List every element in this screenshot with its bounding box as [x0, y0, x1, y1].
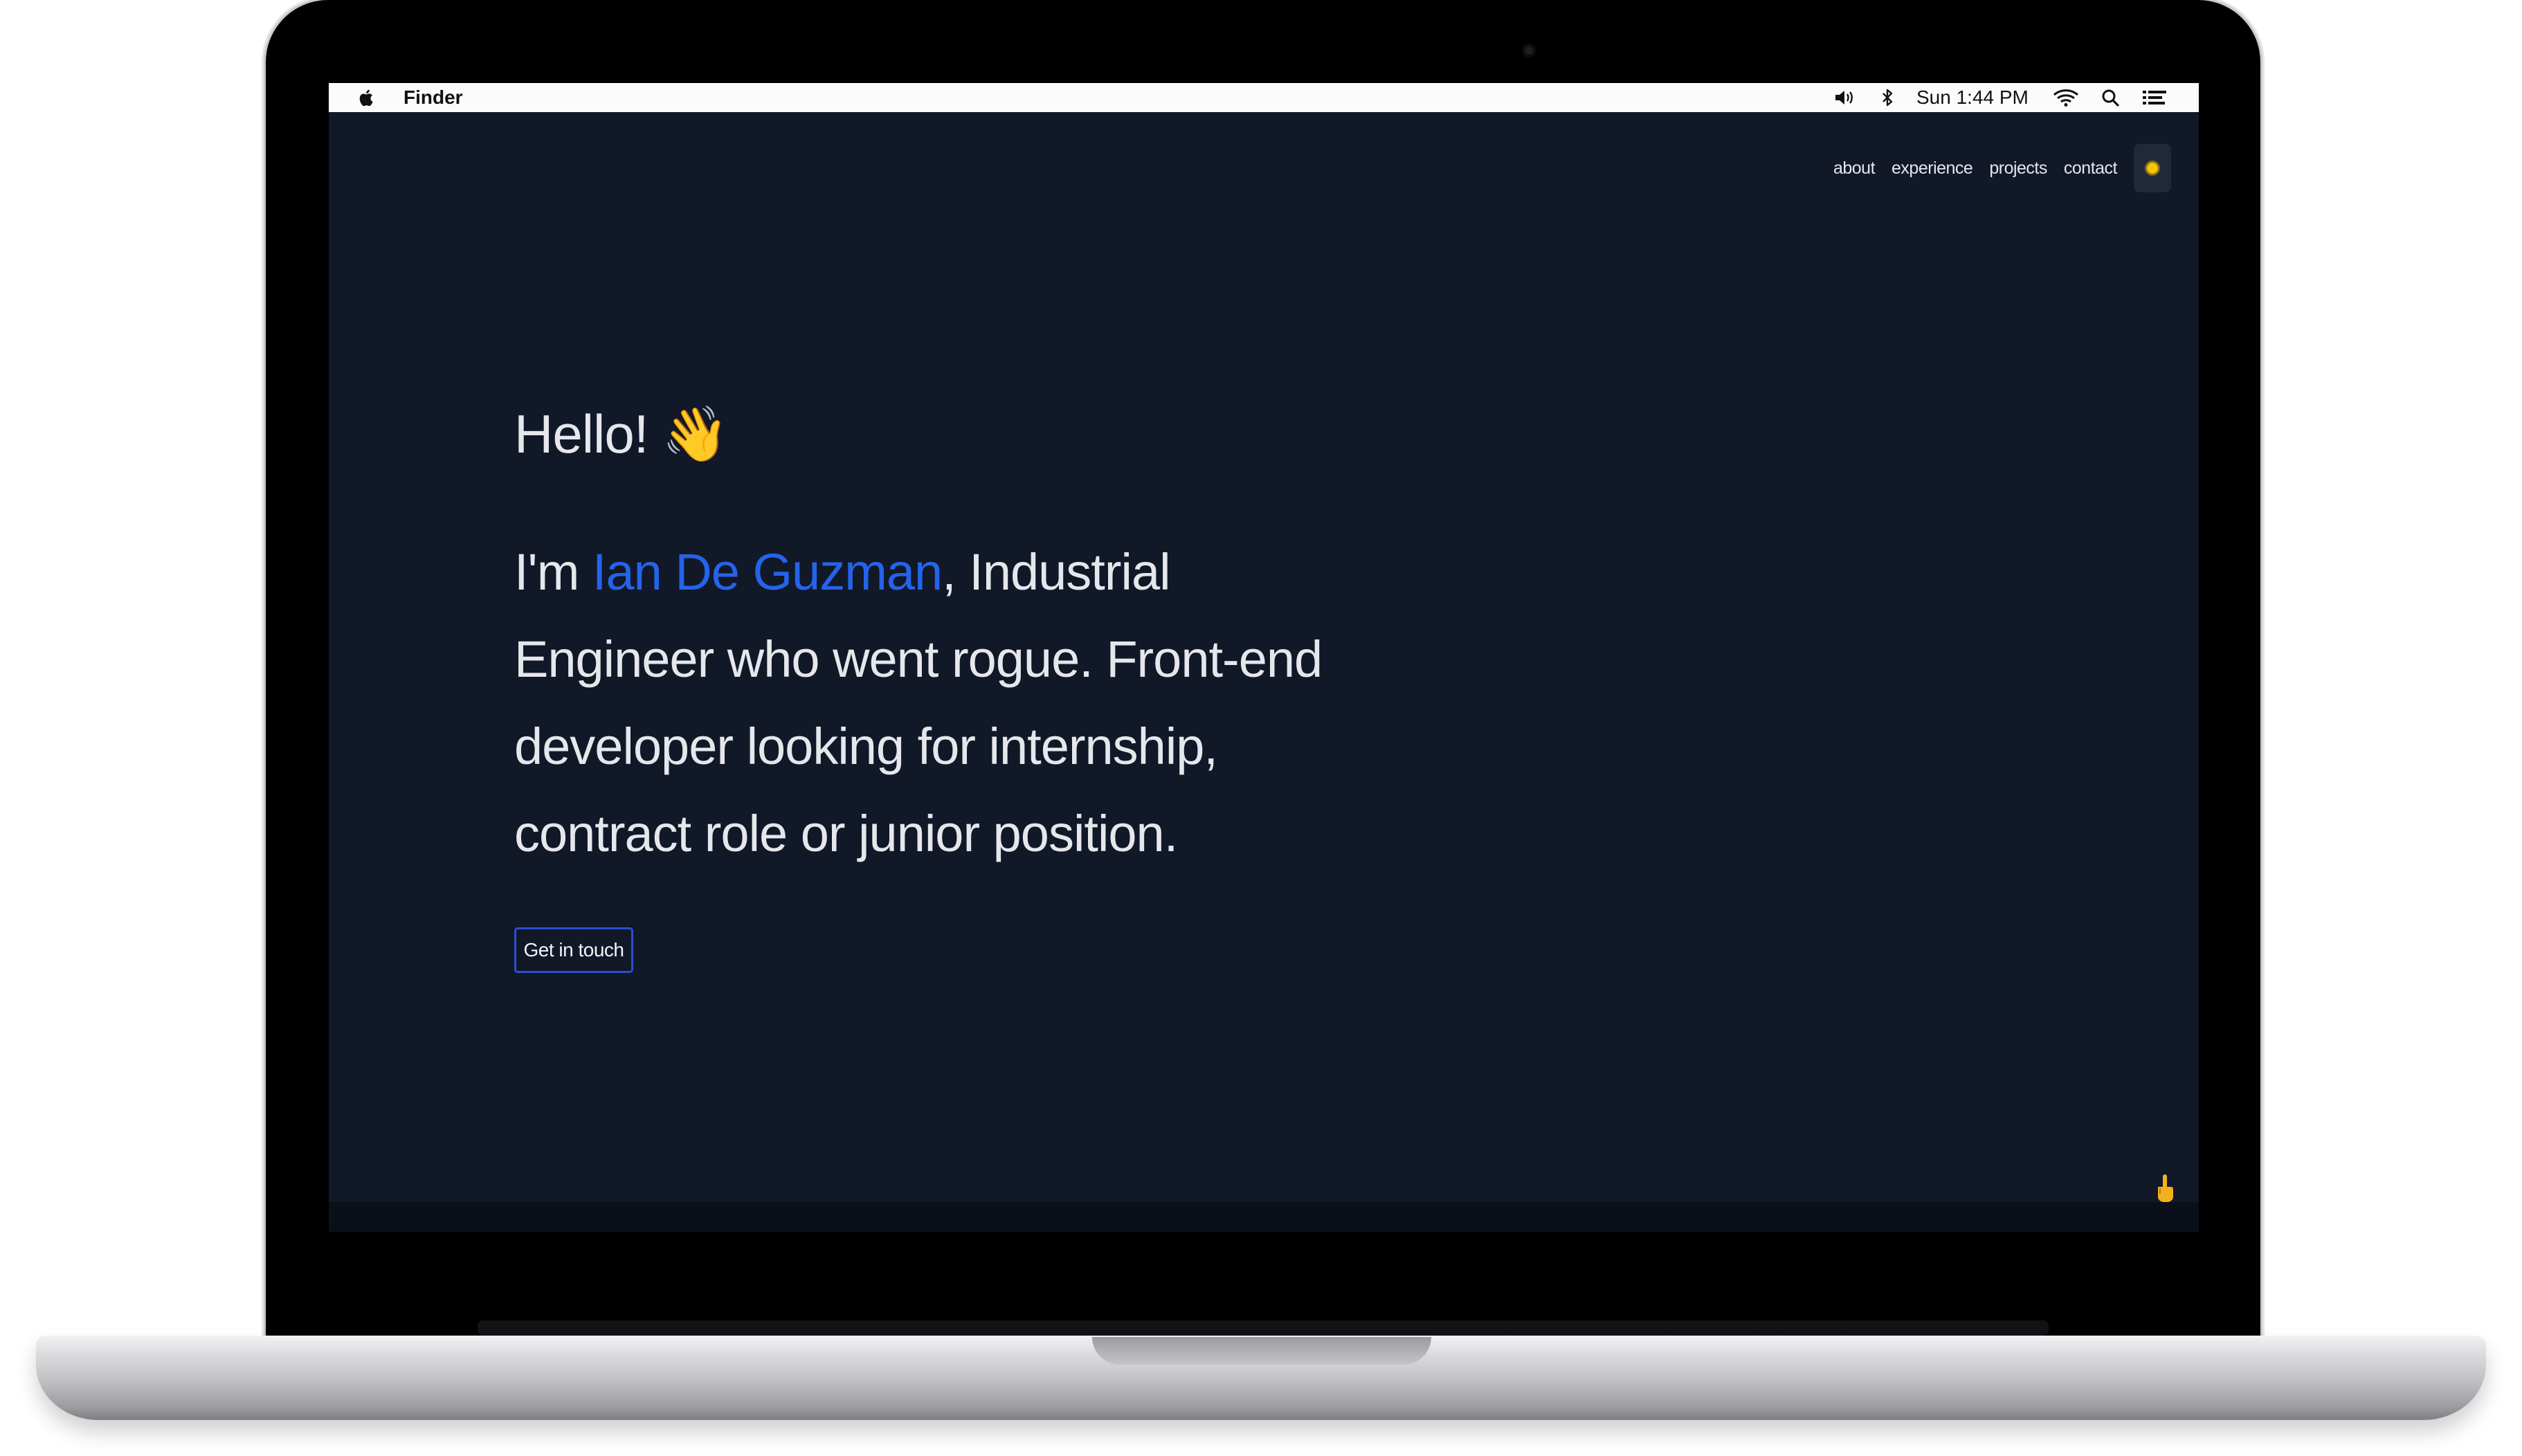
apple-icon[interactable]: [355, 86, 379, 109]
search-icon[interactable]: [2099, 87, 2123, 108]
site-nav: about experience projects contact: [1833, 144, 2171, 192]
menu-bar: Finder Sun 1:44 PM: [329, 83, 2199, 112]
nav-contact[interactable]: contact: [2064, 158, 2118, 179]
intro-prefix: I'm: [514, 543, 592, 601]
screen: Finder Sun 1:44 PM about experience proj…: [329, 83, 2199, 1232]
bluetooth-icon[interactable]: [1876, 87, 1899, 108]
nav-about[interactable]: about: [1833, 158, 1876, 179]
volume-icon[interactable]: [1833, 87, 1856, 108]
greeting-heading: Hello! 👋: [514, 403, 729, 466]
pointing-hand-icon: [2158, 1174, 2173, 1202]
nav-experience[interactable]: experience: [1891, 158, 1973, 179]
intro-paragraph: I'm Ian De Guzman, Industrial Engineer w…: [514, 529, 1345, 877]
greeting-text: Hello!: [514, 403, 648, 464]
list-icon[interactable]: [2141, 87, 2168, 108]
screen-bottom-bar: [329, 1202, 2199, 1232]
nav-projects[interactable]: projects: [1989, 158, 2047, 179]
clock[interactable]: Sun 1:44 PM: [1916, 87, 2029, 109]
name-highlight: Ian De Guzman: [592, 543, 943, 601]
waving-hand-icon: 👋: [662, 403, 729, 464]
get-in-touch-button[interactable]: Get in touch: [514, 927, 633, 973]
hinge-strip: [478, 1320, 2049, 1336]
camera-icon: [1522, 44, 1536, 57]
base-notch: [1092, 1337, 1431, 1365]
laptop-mockup: Finder Sun 1:44 PM about experience proj…: [0, 0, 2522, 1456]
sun-icon: [2147, 163, 2158, 174]
theme-toggle-button[interactable]: [2134, 144, 2171, 192]
menu-app-name[interactable]: Finder: [403, 87, 463, 109]
wifi-icon[interactable]: [2052, 87, 2080, 108]
